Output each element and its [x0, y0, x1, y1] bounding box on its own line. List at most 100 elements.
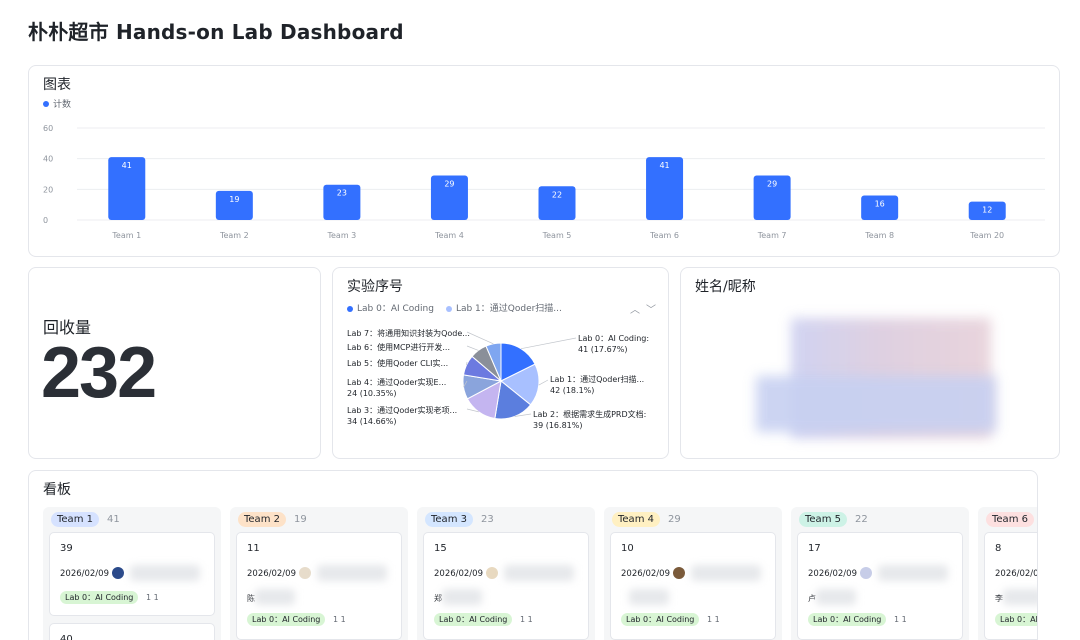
kanban-column: Team 4 29 10 2026/02/09 Lab 0：AI Coding 1 1 [604, 507, 782, 640]
pie-slice-label: Lab 3：通过Qoder实现老项... 34 (14.66%) [347, 406, 458, 426]
redacted-name [130, 565, 200, 581]
kanban-card-item[interactable]: 11 2026/02/09 陈 Lab 0：AI Coding 1 1 [236, 532, 402, 640]
redacted-detail [1003, 589, 1037, 605]
x-tick-label: Team 2 [219, 231, 249, 240]
pie-slice-value: 24 (10.35%) [347, 389, 397, 398]
x-tick-label: Team 5 [542, 231, 572, 240]
kanban-column-header: Team 5 22 [799, 512, 868, 527]
lab-tag: Lab 0：AI Coding [621, 613, 700, 626]
record-date: 2026/02/09 [621, 569, 670, 579]
pie-slice-label: Lab 2：根据需求生成PRD文档: 39 (16.81%) [533, 410, 647, 430]
avatar-image-overlay [756, 376, 996, 432]
bar-chart-card: 图表 计数 0 20 40 60 41 Team 1 19 Team 2 23 Team 3 29 T… [28, 65, 1060, 257]
avatar-card: 姓名/昵称 [680, 267, 1060, 459]
record-number: 39 [60, 543, 73, 554]
bar-value-label: 22 [552, 190, 562, 199]
kanban-card-item[interactable]: 17 2026/02/09 卢 Lab 0：AI Coding 1 1 [797, 532, 963, 640]
user-avatar [673, 567, 685, 579]
record-date: 2026/02/09 [60, 569, 109, 579]
y-tick-label: 40 [43, 155, 53, 164]
attachment-count: 1 1 [707, 615, 720, 624]
attachment-count: 1 1 [333, 615, 346, 624]
pie-slice-label: Lab 1：通过Qoder扫描... 42 (18.1%) [550, 375, 645, 395]
user-name: 卢 [808, 594, 816, 603]
team-count: 19 [293, 514, 307, 525]
record-number: 40 [60, 634, 73, 640]
attachment-count: 1 1 [520, 615, 533, 624]
kanban-card-item[interactable]: 40 [49, 623, 215, 640]
pie-leader-line [466, 345, 479, 351]
bar-value-label: 23 [337, 189, 347, 198]
bar-value-label: 12 [982, 206, 992, 215]
x-tick-label: Team 7 [757, 231, 787, 240]
record-date: 2026/02/09 [434, 569, 483, 579]
pie-slice-value: 34 (14.66%) [347, 417, 397, 426]
record-number: 11 [247, 543, 260, 554]
user-avatar [486, 567, 498, 579]
kanban-column-header: Team 2 19 [238, 512, 307, 527]
redacted-name [504, 565, 574, 581]
x-tick-label: Team 4 [434, 231, 464, 240]
kanban-card: 看板 Team 1 41 39 2026/02/09 Lab 0：AI Coding 1 … [28, 470, 1038, 640]
user-name: 李 [995, 594, 1003, 603]
pie-slice-value: 39 (16.81%) [533, 421, 583, 430]
lab-tag: Lab 0：AI Coding [434, 613, 513, 626]
user-avatar [299, 567, 311, 579]
redacted-detail [442, 589, 482, 605]
bar-value-label: 16 [875, 199, 885, 208]
lab-tag: Lab 0：AI Coding [808, 613, 887, 626]
lab-tag: Lab 0：AI Coding [60, 591, 139, 604]
record-date: 2026/02/09 [808, 569, 857, 579]
avatar-card-title: 姓名/昵称 [695, 279, 756, 295]
redacted-name [878, 565, 948, 581]
x-tick-label: Team 20 [969, 231, 1004, 240]
user-avatar [112, 567, 124, 579]
user-name: 郑 [434, 594, 442, 603]
kanban-title: 看板 [43, 482, 71, 498]
pie-slice-label: Lab 5：使用Qoder CLI实... [347, 359, 449, 368]
kanban-column: Team 3 23 15 2026/02/09 郑 Lab 0：AI Coding 1 1 [417, 507, 595, 640]
page-title: 朴朴超市 Hands-on Lab Dashboard [28, 20, 404, 44]
bar-value-label: 29 [444, 180, 454, 189]
pie-slice-label: Lab 6：使用MCP进行开发... [347, 343, 451, 352]
kanban-column: Team 1 41 39 2026/02/09 Lab 0：AI Coding 1 1 40 [43, 507, 221, 640]
metric-card: 回收量 232 [28, 267, 321, 459]
pie-slice-value: 42 (18.1%) [550, 386, 595, 395]
team-tag: Team 2 [238, 512, 286, 527]
user-name: 陈 [247, 594, 255, 603]
redacted-detail [629, 589, 669, 605]
kanban-column-header: Team 6 [986, 512, 1037, 527]
team-tag: Team 3 [425, 512, 473, 527]
kanban-card-item[interactable]: 39 2026/02/09 Lab 0：AI Coding 1 1 [49, 532, 215, 616]
record-date: 2026/02/09 [247, 569, 296, 579]
pie-slice-label: Lab 4：通过Qoder实现E... 24 (10.35%) [347, 378, 447, 398]
pie-leader-line [538, 379, 549, 386]
record-number: 17 [808, 543, 821, 554]
redacted-name [317, 565, 387, 581]
record-date: 2026/02/09 [995, 569, 1037, 579]
bar-value-label: 19 [229, 195, 239, 204]
kanban-column: Team 6 8 2026/02/09 李 Lab 0：AI [978, 507, 1037, 640]
metric-value: 232 [41, 333, 157, 413]
bar-value-label: 41 [122, 161, 132, 170]
record-number: 8 [995, 543, 1002, 554]
team-count: 23 [480, 514, 494, 525]
team-tag: Team 6 [986, 512, 1034, 527]
pie-chart-card: 实验序号 Lab 0：AI Coding Lab 1：通过Qoder扫描... … [332, 267, 669, 459]
attachment-count: 1 1 [894, 615, 907, 624]
record-number: 10 [621, 543, 634, 554]
redacted-name [691, 565, 761, 581]
attachment-count: 1 1 [146, 593, 159, 602]
team-count: 29 [667, 514, 681, 525]
pie-slice-label: Lab 0：AI Coding: 41 (17.67%) [578, 334, 650, 354]
pie-slice-label: Lab 7：将通用知识封装为Qode... [347, 329, 470, 338]
team-count: 22 [854, 514, 868, 525]
kanban-card-item[interactable]: 8 2026/02/09 李 Lab 0：AI [984, 532, 1037, 640]
kanban-card-item[interactable]: 10 2026/02/09 Lab 0：AI Coding 1 1 [610, 532, 776, 640]
user-avatar [860, 567, 872, 579]
x-tick-label: Team 8 [864, 231, 894, 240]
kanban-card-item[interactable]: 15 2026/02/09 郑 Lab 0：AI Coding 1 1 [423, 532, 589, 640]
x-tick-label: Team 1 [111, 231, 141, 240]
bar-chart: 0 20 40 60 41 Team 1 19 Team 2 23 Team 3 29 Team 4 2… [43, 124, 1045, 240]
kanban-column-header: Team 3 23 [425, 512, 494, 527]
